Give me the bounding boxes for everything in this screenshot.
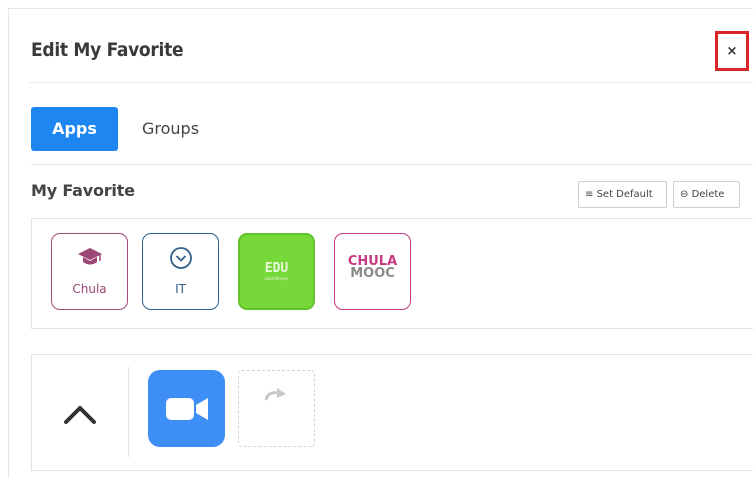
available-apps-list: [31, 354, 753, 471]
close-icon: ×: [726, 43, 738, 59]
app-tile-chula-mooc[interactable]: CHULA MOOC: [334, 233, 411, 310]
set-default-button[interactable]: ≡ Set Default: [578, 181, 667, 208]
divider: [31, 164, 753, 165]
delete-button[interactable]: ⊖ Delete: [673, 181, 740, 208]
app-tile-edu[interactable]: EDU LearnPlayer: [238, 233, 315, 310]
tab-apps[interactable]: Apps: [31, 107, 118, 151]
app-tile-zoom[interactable]: [148, 370, 225, 447]
chevron-up-icon: [64, 406, 96, 424]
zoom-video-icon: [165, 397, 208, 420]
app-tile-it[interactable]: IT: [142, 233, 219, 310]
app-tile-chula[interactable]: Chula: [51, 233, 128, 310]
tab-groups[interactable]: Groups: [142, 107, 199, 151]
favorite-apps-list: Chula IT EDU LearnPlayer CHULA MOOC: [31, 218, 753, 329]
divider: [128, 367, 129, 457]
app-label: IT: [175, 282, 186, 296]
minus-circle-icon: ⊖: [680, 189, 689, 200]
graduation-cap-icon: [52, 246, 127, 268]
app-placeholder-slot[interactable]: [238, 370, 315, 447]
redo-arrow-icon: [264, 388, 286, 401]
modal-header: Edit My Favorite ×: [29, 9, 753, 83]
chula-mooc-logo: CHULA MOOC: [347, 254, 398, 281]
chevron-down-circle-icon: [143, 246, 218, 270]
modal-title: Edit My Favorite: [31, 39, 184, 61]
collapse-button[interactable]: [58, 393, 102, 433]
close-button[interactable]: ×: [715, 31, 749, 71]
edu-logo: EDU LearnPlayer: [264, 261, 289, 281]
delete-label: Delete: [691, 189, 725, 200]
app-label: Chula: [72, 282, 107, 296]
section-title: My Favorite: [31, 181, 135, 200]
tab-bar: Apps Groups: [31, 107, 753, 151]
set-default-label: Set Default: [596, 189, 653, 200]
list-icon: ≡: [585, 189, 594, 200]
edit-favorite-modal: Edit My Favorite × Apps Groups My Favori…: [8, 8, 753, 478]
